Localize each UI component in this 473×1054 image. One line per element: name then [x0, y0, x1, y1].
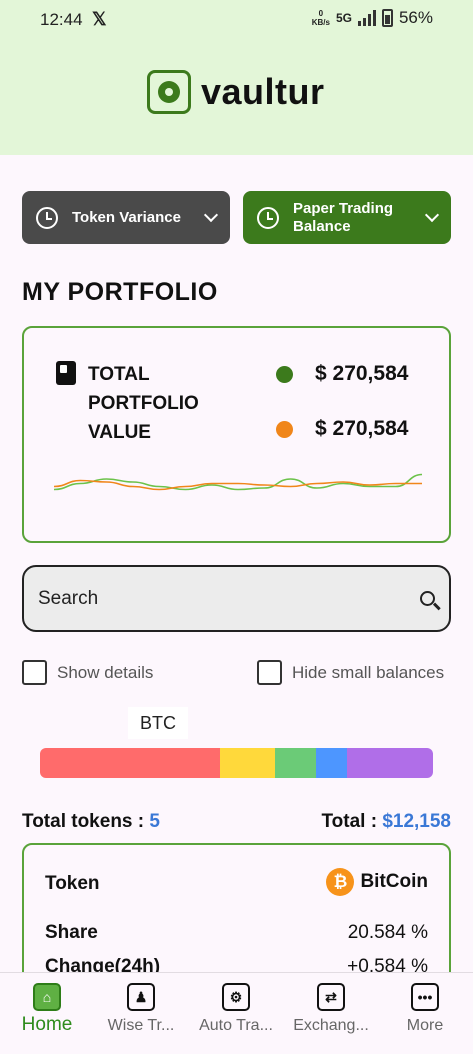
green-legend-dot — [276, 365, 293, 383]
checkbox-label: Hide small balances — [292, 662, 445, 682]
status-time: 12:44 — [40, 10, 83, 29]
battery-percent: 56% — [398, 8, 433, 27]
checkbox-label: Show details — [57, 662, 154, 682]
x-app-icon: 𝕏 — [92, 9, 107, 29]
total-value-amount: $12,158 — [382, 811, 451, 832]
brand-logo: vaultur — [147, 70, 325, 114]
total-tokens: Total tokens : 5 — [22, 811, 160, 832]
net-speed: 0 KB/s — [311, 9, 330, 27]
hide-small-balances-checkbox[interactable]: Hide small balances — [257, 660, 444, 685]
allocation-segment-0[interactable] — [40, 748, 220, 778]
search-icon[interactable] — [420, 591, 435, 606]
allocation-segment-4[interactable] — [346, 748, 433, 778]
alarm-clock-icon — [257, 206, 279, 229]
nav-home[interactable]: ⌂ Home — [2, 983, 92, 1036]
allocation-segment-3[interactable] — [316, 748, 347, 778]
total-portfolio-label: TOTAL PORTFOLIO VALUE — [88, 364, 199, 443]
home-icon: ⌂ — [33, 983, 61, 1011]
share-label: Share — [45, 922, 98, 943]
nav-label: Auto Tra... — [199, 1017, 273, 1034]
total-value: Total : $12,158 — [321, 811, 451, 832]
signal-icon — [357, 10, 376, 26]
vaultur-logo-icon — [147, 70, 191, 114]
portfolio-sparkline-chart — [53, 473, 423, 491]
nav-wise-trader[interactable]: ♟ Wise Tr... — [96, 983, 186, 1035]
portfolio-value: $ 270,584 — [315, 417, 409, 440]
nav-more[interactable]: ••• More — [380, 983, 470, 1035]
orange-legend-dot — [276, 420, 293, 438]
checkbox-box[interactable] — [22, 660, 47, 685]
token-label: Token — [45, 873, 100, 894]
alarm-clock-icon — [36, 206, 58, 229]
portfolio-value-row: $ 270,584 — [276, 362, 408, 386]
allocation-segment-1[interactable] — [219, 748, 275, 778]
bitcoin-icon: ₿ — [326, 868, 355, 896]
coin-name: ₿ BitCoin — [326, 868, 428, 896]
status-right: 0 KB/s 5G 56% — [312, 8, 433, 28]
search-input[interactable] — [38, 587, 420, 610]
brand-name: vaultur — [201, 71, 325, 112]
wallet-icon — [56, 361, 76, 385]
network-type: 5G — [335, 11, 352, 25]
teacher-icon: ♟ — [127, 983, 155, 1011]
nav-exchange[interactable]: ⇄ Exchang... — [286, 983, 376, 1035]
chevron-down-icon — [424, 207, 440, 222]
portfolio-card: TOTAL PORTFOLIO VALUE $ 270,584 $ 270,58… — [22, 326, 451, 543]
page-title: MY PORTFOLIO — [22, 278, 218, 306]
portfolio-value-row: $ 270,584 — [276, 417, 408, 441]
nav-label: Wise Tr... — [107, 1017, 175, 1034]
bottom-nav: ⌂ Home ♟ Wise Tr... ⚙ Auto Tra... ⇄ Exch… — [0, 972, 473, 1054]
nav-label: More — [406, 1017, 444, 1034]
battery-icon — [381, 9, 393, 27]
checkbox-box[interactable] — [257, 660, 282, 685]
robot-icon: ⚙ — [222, 983, 250, 1011]
total-tokens-count: 5 — [149, 811, 160, 832]
app-header: 12:44 𝕏 0 KB/s 5G 56% vaultur — [0, 0, 473, 155]
allocation-bar[interactable] — [40, 748, 433, 778]
nav-label: Exchang... — [293, 1017, 369, 1034]
nav-auto-trade[interactable]: ⚙ Auto Tra... — [191, 983, 281, 1035]
token-card[interactable]: Token ₿ BitCoin Share 20.584 % Change(24… — [22, 843, 451, 983]
nav-label: Home — [21, 1014, 73, 1035]
show-details-checkbox[interactable]: Show details — [22, 660, 153, 685]
dropdown-label: Token Variance — [72, 208, 181, 226]
exchange-icon: ⇄ — [317, 983, 345, 1011]
status-bar: 12:44 𝕏 0 KB/s 5G 56% — [0, 0, 473, 42]
share-value: 20.584 % — [347, 922, 428, 943]
portfolio-value: $ 270,584 — [315, 362, 409, 385]
allocation-segment-2[interactable] — [275, 748, 317, 778]
token-variance-dropdown[interactable]: Token Variance — [22, 191, 230, 244]
paper-trading-balance-dropdown[interactable]: Paper Trading Balance — [243, 191, 451, 244]
chevron-down-icon — [203, 207, 219, 222]
more-icon: ••• — [411, 983, 439, 1011]
allocation-tooltip: BTC — [128, 707, 188, 739]
dropdown-label: Paper Trading Balance — [293, 199, 394, 235]
search-bar[interactable] — [22, 565, 451, 632]
sparkline-series-1 — [53, 479, 422, 491]
